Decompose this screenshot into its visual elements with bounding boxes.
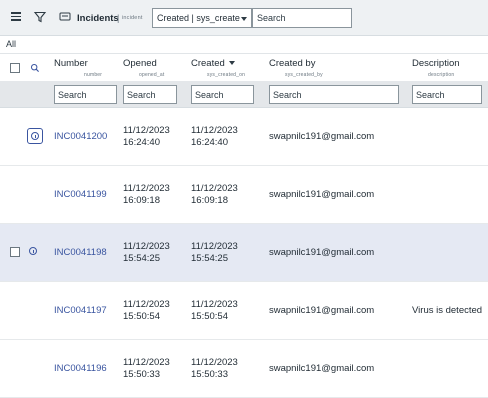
incident-number-link[interactable]: INC0041197 [54,305,107,316]
column-label: Created by [269,58,316,69]
column-search-row [0,81,488,108]
created-cell: 11/12/2023 16:09:18 [191,183,238,207]
select-all-checkbox[interactable] [10,63,20,73]
opened-time: 15:50:54 [123,311,160,322]
search-icon[interactable] [30,63,40,73]
table-row[interactable]: INC0041197 11/12/2023 15:50:54 11/12/202… [0,282,488,340]
opened-search-input[interactable] [123,85,177,104]
created-date: 11/12/2023 [191,183,238,194]
column-description[interactable]: Description description [412,58,460,78]
opened-time: 16:09:18 [123,195,160,206]
title-separator: | [117,13,120,23]
info-icon[interactable] [28,246,40,258]
opened-cell: 11/12/2023 15:50:54 [123,299,170,323]
breadcrumb[interactable]: All [6,39,16,49]
incident-number-link[interactable]: INC0041198 [54,247,107,258]
opened-date: 11/12/2023 [123,357,170,368]
sort-field-select[interactable]: Created | sys_create [152,8,252,28]
created-search-input[interactable] [191,85,254,104]
column-label: Opened [123,58,157,69]
table-row[interactable]: INC0041196 11/12/2023 15:50:33 11/12/202… [0,340,488,398]
created-date: 11/12/2023 [191,357,238,368]
opened-date: 11/12/2023 [123,125,170,136]
created-by-cell: swapnilc191@gmail.com [269,247,375,258]
description-search-input[interactable] [412,85,482,104]
created-cell: 11/12/2023 16:24:40 [191,125,238,149]
created-by-search-input[interactable] [269,85,399,104]
table-row[interactable]: INC0041198 11/12/2023 15:54:25 11/12/202… [0,224,488,282]
opened-time: 15:50:33 [123,369,160,380]
created-time: 16:09:18 [191,195,228,206]
chevron-down-icon [241,17,247,21]
created-by-cell: swapnilc191@gmail.com [269,131,375,142]
created-cell: 11/12/2023 15:54:25 [191,241,238,265]
sort-descending-icon [228,61,235,66]
menu-icon[interactable] [11,12,21,21]
created-by-cell: swapnilc191@gmail.com [269,189,375,200]
opened-date: 11/12/2023 [123,241,170,252]
incident-number-link[interactable]: INC0041199 [54,189,107,200]
column-header-row: Number number Opened opened_at Created s… [0,54,488,81]
table-row[interactable]: INC0041199 11/12/2023 16:09:18 11/12/202… [0,166,488,224]
column-label: Created [191,58,225,69]
created-by-cell: swapnilc191@gmail.com [269,363,375,374]
created-time: 16:24:40 [191,137,228,148]
column-label: Number [54,58,88,69]
column-field: sys_created_on [207,72,246,78]
opened-cell: 11/12/2023 15:54:25 [123,241,170,265]
table-row[interactable]: INC0041200 11/12/2023 16:24:40 11/12/202… [0,108,488,166]
list-header: Incidents | incident Created | sys_creat… [0,0,488,36]
opened-cell: 11/12/2023 15:50:33 [123,357,170,381]
column-field: description [428,72,455,78]
opened-time: 15:54:25 [123,253,160,264]
opened-date: 11/12/2023 [123,183,170,194]
opened-date: 11/12/2023 [123,299,170,310]
column-label: Description [412,58,460,69]
column-field: number [84,72,103,78]
created-date: 11/12/2023 [191,241,238,252]
column-opened[interactable]: Opened opened_at [123,58,164,78]
created-time: 15:50:54 [191,311,228,322]
opened-cell: 11/12/2023 16:24:40 [123,125,170,149]
sort-field-value: Created | sys_create [157,13,240,23]
filter-icon[interactable] [33,10,47,24]
opened-time: 16:24:40 [123,137,160,148]
incident-number-link[interactable]: INC0041196 [54,363,107,374]
info-icon[interactable] [27,128,43,144]
description-cell: Virus is detected [412,305,483,316]
created-cell: 11/12/2023 15:50:54 [191,299,238,323]
number-search-input[interactable] [54,85,117,104]
list-title: Incidents [77,13,119,24]
column-field: sys_created_by [285,72,323,78]
created-time: 15:50:33 [191,369,228,380]
column-field: opened_at [139,72,165,78]
created-time: 15:54:25 [191,253,228,264]
list-search-input[interactable] [252,8,352,28]
incident-number-link[interactable]: INC0041200 [54,131,107,142]
opened-cell: 11/12/2023 16:09:18 [123,183,170,207]
created-date: 11/12/2023 [191,299,238,310]
table-name: incident [122,15,143,21]
created-date: 11/12/2023 [191,125,238,136]
list-context-icon[interactable] [59,11,71,23]
created-by-cell: swapnilc191@gmail.com [269,305,375,316]
column-number[interactable]: Number number [54,58,102,78]
column-created[interactable]: Created sys_created_on [191,58,245,78]
column-created-by[interactable]: Created by sys_created_by [269,58,323,78]
row-checkbox[interactable] [10,247,20,257]
created-cell: 11/12/2023 15:50:33 [191,357,238,381]
